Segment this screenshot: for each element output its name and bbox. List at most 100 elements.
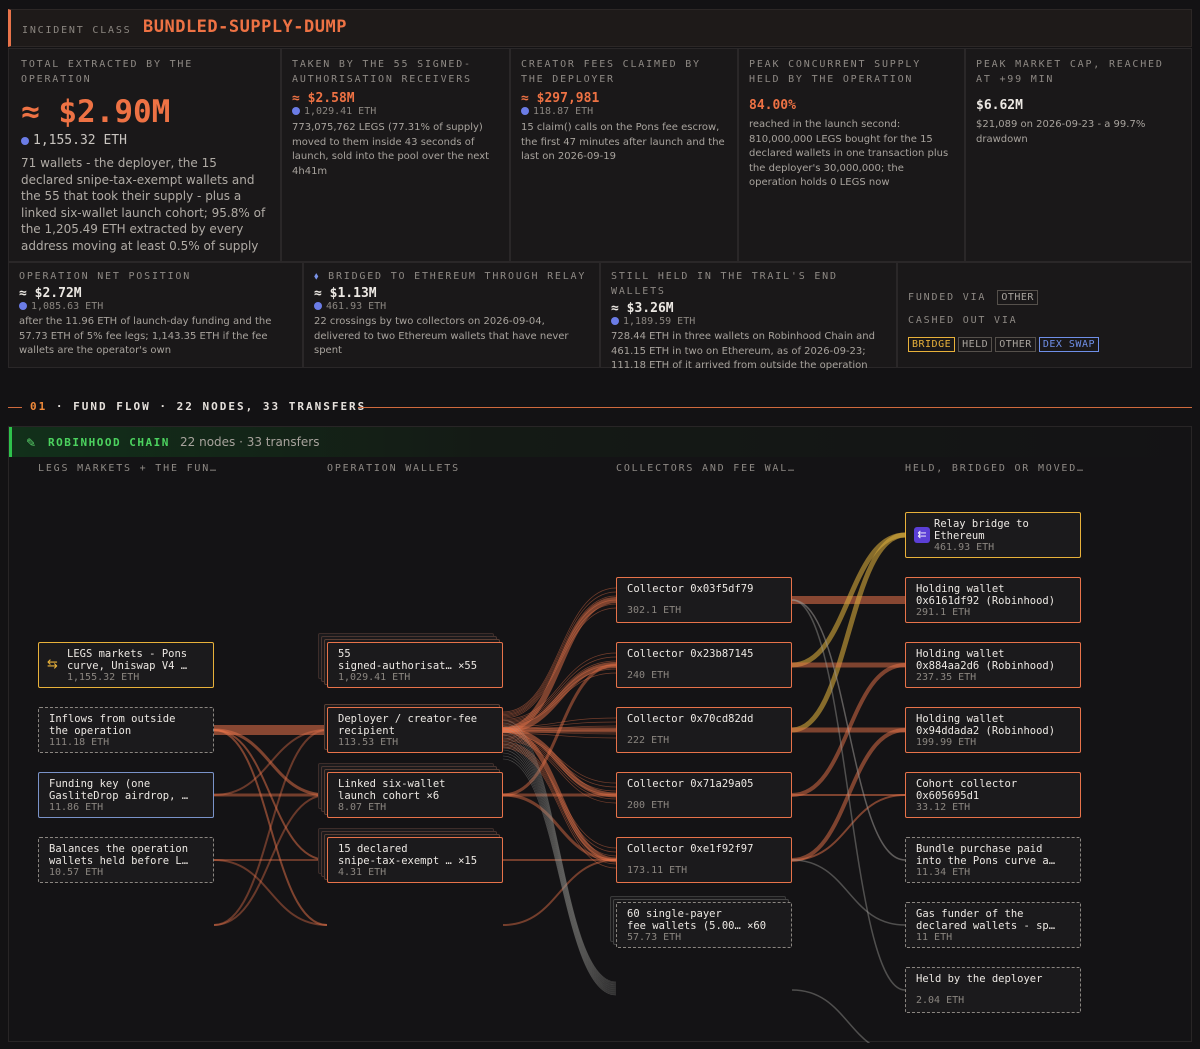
funding-cashout-panel: FUNDED VIA OTHER CASHED OUT VIA BRIDGE HE… xyxy=(897,262,1192,368)
node-holding-884a[interactable]: Holding wallet 0x884aa2d6 (Robinhood) 23… xyxy=(905,642,1081,688)
eth-icon xyxy=(611,317,619,325)
node-amount: 113.53 ETH xyxy=(338,737,399,748)
node-fee-wallets[interactable]: 60 single-payer fee wallets (5.00… ×60 5… xyxy=(616,902,792,948)
section-title: 01 · FUND FLOW · 22 NODES, 33 TRANSFERS xyxy=(30,400,367,413)
cashed-out-label: CASHED OUT VIA xyxy=(908,315,1018,326)
node-title: Collector 0x23b87145 xyxy=(627,648,754,660)
node-relay-bridge[interactable]: ⇇ Relay bridge to Ethereum 461.93 ETH xyxy=(905,512,1081,558)
node-holding-94dd[interactable]: Holding wallet 0x94ddada2 (Robinhood) 19… xyxy=(905,707,1081,753)
flow-link-fee xyxy=(502,749,617,993)
node-amount: 302.1 ETH xyxy=(627,605,682,616)
flow-link xyxy=(791,989,871,1043)
node-amount: 11.34 ETH xyxy=(916,867,971,878)
node-amount: 4.31 ETH xyxy=(338,867,387,878)
node-subtitle: GasliteDrop airdrop, … xyxy=(49,790,189,802)
flow-link xyxy=(791,532,906,733)
node-amount: 240 ETH xyxy=(627,670,670,681)
flow-link xyxy=(213,729,328,926)
stat-net-position: OPERATION NET POSITION ≈ $2.72M 1,085.63… xyxy=(8,262,303,368)
stat-value: ≈ $2.58M xyxy=(292,91,355,106)
node-subtitle: the operation xyxy=(49,725,132,737)
stat-still-held: STILL HELD IN THE TRAIL'S END WALLETS ≈ … xyxy=(600,262,897,371)
node-amount: 222 ETH xyxy=(627,735,670,746)
stat-label: ⬧ BRIDGED TO ETHEREUM THROUGH RELAY xyxy=(314,271,587,282)
node-bundle-purchase[interactable]: Bundle purchase paid into the Pons curve… xyxy=(905,837,1081,883)
node-collector-71a2[interactable]: Collector 0x71a29a05 200 ETH xyxy=(616,772,792,818)
eth-icon xyxy=(19,302,27,310)
stat-value: ≈ $1.13M xyxy=(314,286,377,301)
node-collector-03f5[interactable]: Collector 0x03f5df79 302.1 ETH xyxy=(616,577,792,623)
node-title: Collector 0xe1f92f97 xyxy=(627,843,754,855)
node-subtitle: 0x94ddada2 (Robinhood) xyxy=(916,725,1056,737)
flow-link-fee xyxy=(502,746,617,992)
node-gas-funder[interactable]: Gas funder of the declared wallets - sp…… xyxy=(905,902,1081,948)
stat-description: after the 11.96 ETH of launch-day fundin… xyxy=(19,316,272,356)
node-55-receivers[interactable]: 55 signed-authorisat… ×55 1,029.41 ETH xyxy=(327,642,503,688)
node-legs-markets[interactable]: ⇆ LEGS markets - Pons curve, Uniswap V4 … xyxy=(38,642,214,688)
node-title: Relay bridge to xyxy=(934,518,1029,530)
node-holding-6161[interactable]: Holding wallet 0x6161df92 (Robinhood) 29… xyxy=(905,577,1081,623)
flow-link xyxy=(791,859,906,926)
stat-eth: 1,155.32 ETH xyxy=(21,133,268,148)
stat-peak-supply: PEAK CONCURRENT SUPPLY HELD BY THE OPERA… xyxy=(738,48,965,262)
node-amount: 10.57 ETH xyxy=(49,867,104,878)
node-collector-23b8[interactable]: Collector 0x23b87145 240 ETH xyxy=(616,642,792,688)
node-subtitle: 0x6161df92 (Robinhood) xyxy=(916,595,1056,607)
node-collector-70cd[interactable]: Collector 0x70cd82dd 222 ETH xyxy=(616,707,792,753)
stat-peak-market-cap: PEAK MARKET CAP, REACHED AT +99 MIN $6.6… xyxy=(965,48,1192,262)
node-title: Held by the deployer xyxy=(916,973,1043,985)
cashed-out-via: CASHED OUT VIA BRIDGE HELD OTHER DEX SWAP xyxy=(908,308,1181,352)
stat-description: $21,089 on 2026-09-23 - a 99.7% drawdown xyxy=(976,119,1146,145)
node-amount: 199.99 ETH xyxy=(916,737,977,748)
stat-value: ≈ $2.72M xyxy=(19,286,82,301)
node-subtitle: curve, Uniswap V4 … xyxy=(67,660,188,672)
node-outside-inflows[interactable]: Inflows from outside the operation 111.1… xyxy=(38,707,214,753)
node-title: Holding wallet xyxy=(916,713,1005,725)
stat-total-extracted: TOTAL EXTRACTED BY THE OPERATION ≈ $2.90… xyxy=(8,48,281,262)
node-title: Holding wallet xyxy=(916,648,1005,660)
node-amount: 57.73 ETH xyxy=(627,932,682,943)
node-title: Collector 0x70cd82dd xyxy=(627,713,754,725)
stat-label: TOTAL EXTRACTED BY THE OPERATION xyxy=(21,59,194,85)
node-title: Collector 0x71a29a05 xyxy=(627,778,754,790)
eth-icon xyxy=(521,107,529,115)
stat-bridged: ⬧ BRIDGED TO ETHEREUM THROUGH RELAY ≈ $1… xyxy=(303,262,600,368)
node-collector-e1f9[interactable]: Collector 0xe1f92f97 173.11 ETH xyxy=(616,837,792,883)
node-deployer[interactable]: Deployer / creator-fee recipient 113.53 … xyxy=(327,707,503,753)
incident-class-header: INCIDENT CLASS BUNDLED-SUPPLY-DUMP xyxy=(8,9,1192,47)
node-subtitle: fee wallets (5.00… ×60 xyxy=(627,920,767,932)
node-subtitle: launch cohort ×6 xyxy=(338,790,440,802)
node-subtitle: 0x605695d1 xyxy=(916,790,980,802)
stat-eth: 1,085.63 ETH xyxy=(19,301,292,312)
stat-value: 84.00% xyxy=(749,98,796,113)
node-subtitle: 0x884aa2d6 (Robinhood) xyxy=(916,660,1056,672)
section-divider: 01 · FUND FLOW · 22 NODES, 33 TRANSFERS xyxy=(8,398,1192,416)
node-funding-key[interactable]: Funding key (one GasliteDrop airdrop, … … xyxy=(38,772,214,818)
node-held-by-deployer[interactable]: Held by the deployer 2.04 ETH xyxy=(905,967,1081,1013)
node-title: 55 xyxy=(338,648,351,660)
node-title: 60 single-payer xyxy=(627,908,722,920)
node-title: Balances the operation xyxy=(49,843,189,855)
stat-eth: 1,189.59 ETH xyxy=(611,316,886,327)
node-title: Linked six-wallet xyxy=(338,778,446,790)
node-title: LEGS markets - Pons xyxy=(67,648,188,660)
node-title: Holding wallet xyxy=(916,583,1005,595)
eth-icon xyxy=(314,302,322,310)
swap-icon: ⇆ xyxy=(47,657,58,672)
node-amount: 1,029.41 ETH xyxy=(338,672,411,683)
stat-description: reached in the launch second: 810,000,00… xyxy=(749,119,949,188)
stat-eth: 1,029.41 ETH xyxy=(292,106,499,117)
stat-description: 728.44 ETH in three wallets on Robinhood… xyxy=(611,331,875,371)
funded-via-label: FUNDED VIA xyxy=(908,292,987,303)
node-15-declared[interactable]: 15 declared snipe-tax-exempt … ×15 4.31 … xyxy=(327,837,503,883)
relay-bridge-icon: ⇇ xyxy=(914,527,930,543)
node-cohort-collector[interactable]: Cohort collector 0x605695d1 33.12 ETH xyxy=(905,772,1081,818)
node-amount: 237.35 ETH xyxy=(916,672,977,683)
stat-eth: 118.87 ETH xyxy=(521,106,727,117)
node-prior-balances[interactable]: Balances the operation wallets held befo… xyxy=(38,837,214,883)
stat-label: OPERATION NET POSITION xyxy=(19,271,192,282)
flow-link xyxy=(213,729,328,796)
stat-description: 22 crossings by two collectors on 2026-0… xyxy=(314,316,569,356)
node-launch-cohort[interactable]: Linked six-wallet launch cohort ×6 8.07 … xyxy=(327,772,503,818)
node-amount: 11 ETH xyxy=(916,932,953,943)
